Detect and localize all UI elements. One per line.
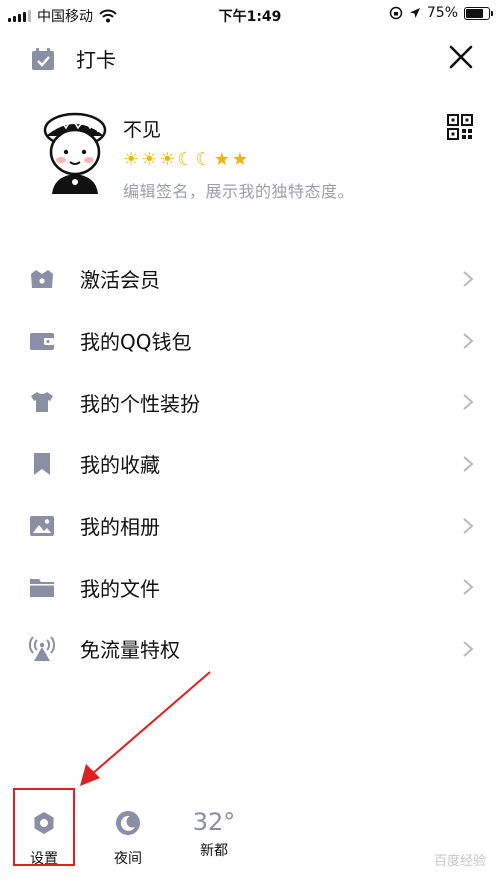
menu-item-label: 我的文件 <box>80 576 160 601</box>
sun-level-icon: ☀ <box>159 149 176 170</box>
shirt-icon <box>31 392 53 413</box>
chevron-right-icon <box>463 517 474 534</box>
folder-icon <box>30 579 54 598</box>
sun-level-icon: ☀ <box>123 149 140 170</box>
status-right: 75% <box>389 5 493 21</box>
chevron-right-icon <box>463 456 474 472</box>
menu-item-label: 免流量特权 <box>80 638 180 663</box>
battery-icon <box>464 6 493 20</box>
star-level-icon: ★ <box>231 149 248 170</box>
sun-level-icon: ☀ <box>141 149 158 170</box>
menu-item-label: 我的QQ钱包 <box>80 330 192 355</box>
chevron-right-icon <box>463 394 474 410</box>
battery-fill <box>466 8 483 18</box>
menu-item-dressup[interactable]: 我的个性装扮 <box>0 371 500 433</box>
watermark: 百度经验 <box>433 854 486 869</box>
menu-item-label: 我的个性装扮 <box>80 391 200 416</box>
star-level-icon: ★ <box>213 149 230 170</box>
moon-level-icon: ☾ <box>177 149 194 170</box>
weather-widget[interactable]: 32° 新都 <box>186 808 242 860</box>
chevron-right-icon <box>463 332 474 349</box>
moon-icon <box>116 811 140 835</box>
signature[interactable]: 编辑签名，展示我的独特态度。 <box>123 178 354 202</box>
moon-level-icon: ☾ <box>195 149 212 170</box>
menu-item-files[interactable]: 我的文件 <box>0 556 500 618</box>
menu-item-label: 激活会员 <box>80 268 160 293</box>
crown-icon <box>31 269 53 288</box>
menu-item-vip[interactable]: 激活会员 <box>0 248 500 310</box>
night-mode-button[interactable]: 夜间 <box>106 810 150 868</box>
bookmark-icon <box>34 452 50 475</box>
status-bar: 中国移动 下午1:49 75% <box>0 0 500 30</box>
battery-percent: 75% <box>426 5 458 21</box>
chevron-right-icon <box>463 641 474 657</box>
avatar[interactable] <box>36 108 114 194</box>
weather-city: 新都 <box>200 843 228 859</box>
nickname[interactable]: 不见 <box>123 115 161 142</box>
qr-code-icon[interactable] <box>447 114 473 140</box>
night-label: 夜间 <box>114 851 142 867</box>
highlight-box <box>13 788 75 866</box>
wallet-icon <box>30 332 54 350</box>
checkin-label: 打卡 <box>76 48 116 72</box>
calendar-check-icon <box>32 47 54 70</box>
signal-tower-icon <box>29 636 55 661</box>
menu-item-album[interactable]: 我的相册 <box>0 495 500 557</box>
close-icon[interactable] <box>448 44 474 70</box>
orientation-lock-icon <box>389 6 403 20</box>
menu-item-favorites[interactable]: 我的收藏 <box>0 433 500 495</box>
menu-item-free-data[interactable]: 免流量特权 <box>0 618 500 680</box>
location-icon <box>409 8 420 18</box>
checkin-button[interactable]: 打卡 <box>30 44 116 73</box>
side-menu: 激活会员 我的QQ钱包 我的个性装扮 我的收藏 我的相册 我的文件 免流量特权 <box>0 248 500 680</box>
photo-icon <box>30 515 54 536</box>
level-badges: ☀ ☀ ☀ ☾ ☾ ★ ★ <box>123 150 248 170</box>
menu-item-label: 我的相册 <box>80 515 160 540</box>
menu-item-wallet[interactable]: 我的QQ钱包 <box>0 310 500 372</box>
menu-item-label: 我的收藏 <box>80 453 160 478</box>
chevron-right-icon <box>463 579 474 596</box>
weather-temperature: 32° <box>192 808 236 836</box>
chevron-right-icon <box>463 271 474 287</box>
